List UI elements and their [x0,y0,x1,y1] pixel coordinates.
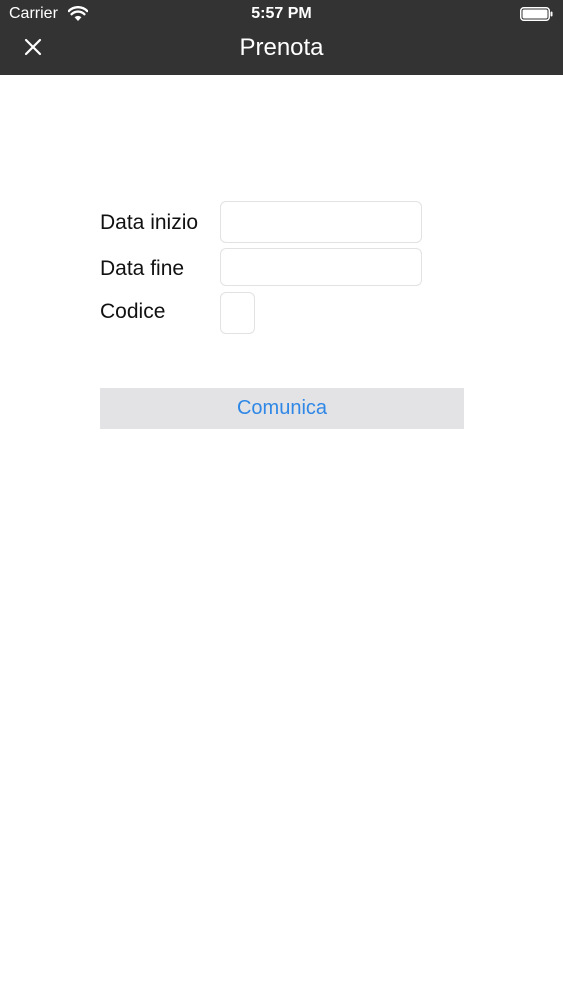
start-date-field[interactable] [220,201,422,243]
code-field[interactable] [220,292,255,334]
battery-full-icon [520,7,553,21]
navigation-bar: Prenota [0,28,563,75]
end-date-field[interactable] [220,248,422,286]
end-date-label: Data fine [100,257,185,280]
status-bar: Carrier 5:57 PM [0,0,563,28]
top-bar: Carrier 5:57 PM Prenota [0,0,563,75]
code-label: Codice [100,300,166,323]
start-date-label: Data inizio [100,211,199,234]
status-time: 5:57 PM [251,5,312,22]
submit-button[interactable]: Comunica [100,388,464,429]
page-title: Prenota [239,34,324,61]
